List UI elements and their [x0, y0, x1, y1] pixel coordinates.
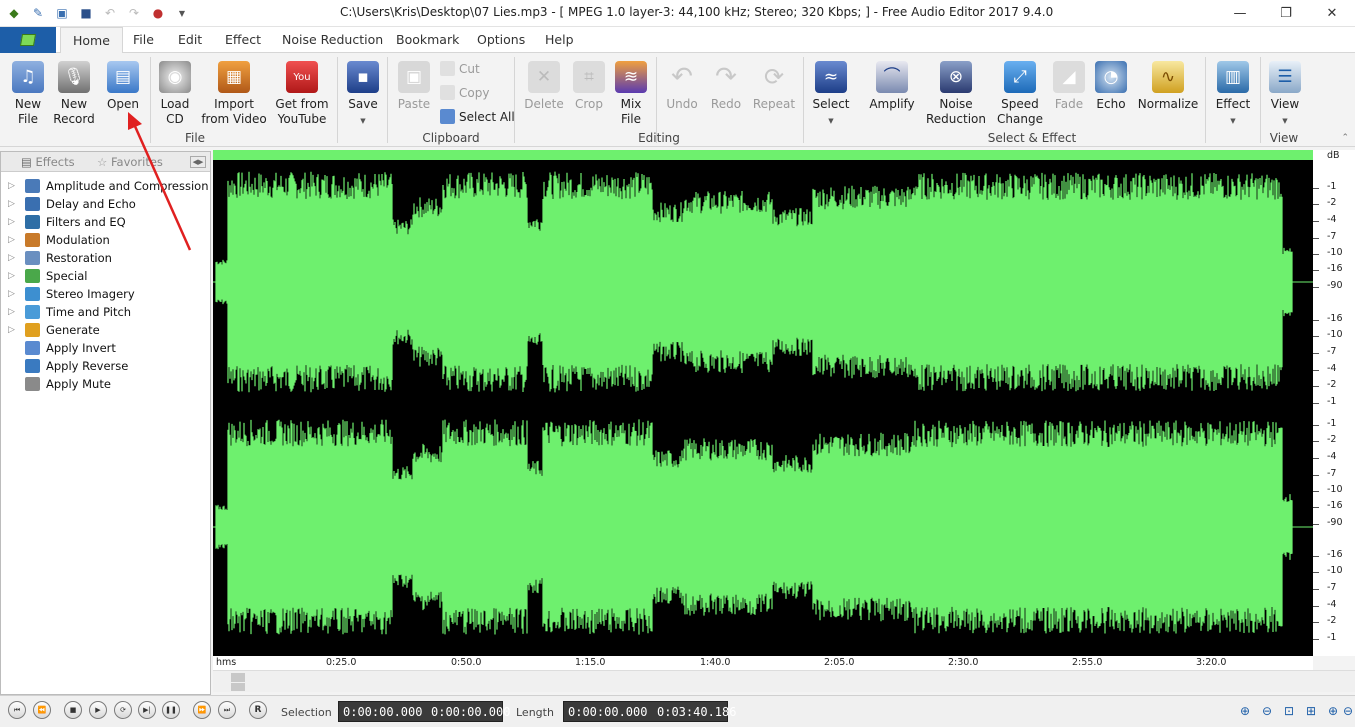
annotation-arrow-line [132, 123, 192, 251]
annotation-overlay [128, 112, 192, 251]
